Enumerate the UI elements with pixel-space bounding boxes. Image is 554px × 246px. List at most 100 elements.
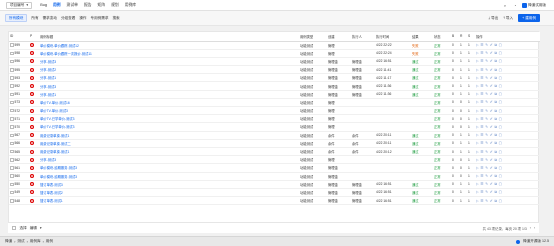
- row-checkbox[interactable]: [10, 133, 14, 138]
- column-header[interactable]: 结果: [411, 32, 433, 42]
- delete-icon[interactable]: ▢: [499, 158, 502, 162]
- table-row[interactable]: 573! 单价TV-单价-测试16 功能测试 管理 正常 0 0 1 ▷ ☰ ✎ ✐ ⧉ ▢: [9, 98, 540, 108]
- nav-item[interactable]: 用例: [50, 0, 64, 11]
- table-row[interactable]: 571! 单价TV-已学单价-测试3 功能测试 管理 正常 0 0 1 ▷ ☰ ✎ ✐ ⧉ ▢: [9, 114, 540, 124]
- batch-edit-button[interactable]: 编辑: [30, 226, 37, 231]
- table-row[interactable]: 550! 搜订单表-测试3 功能测试 管理金 管理金 4/22 16:51 通过 正常 0 1 1 ▷…: [9, 180, 540, 189]
- play-icon[interactable]: ▷: [476, 84, 479, 88]
- copy-icon[interactable]: ⧉: [494, 100, 497, 104]
- table-row[interactable]: 596! 分享-测试3 功能测试 管理金 管理金 4/22 16:51 通过 正常 0 1 1 ▷ ☰ ✎…: [9, 57, 540, 67]
- nav-item[interactable]: 报告: [81, 0, 95, 11]
- bug-icon[interactable]: ✎: [485, 84, 488, 88]
- breadcrumb-item[interactable]: 测试: [17, 239, 24, 244]
- edit-icon[interactable]: ✐: [490, 133, 493, 137]
- table-row[interactable]: 560! 单价模块-逾期服务-测试3 功能测试 管理金 正常 0 0 1 ▷ ☰ ✎ ✐ ⧉ ▢: [9, 172, 540, 181]
- table-row[interactable]: 595! 分享-测试2 功能测试 管理金 管理金 4/22 11:41 通过 正常 0 1 1 ▷ ☰ ✎…: [9, 65, 540, 75]
- delete-icon[interactable]: ▢: [499, 125, 502, 129]
- copy-icon[interactable]: ⧉: [494, 199, 497, 203]
- copy-icon[interactable]: ⧉: [494, 76, 497, 80]
- delete-icon[interactable]: ▢: [499, 59, 502, 63]
- bug-icon[interactable]: ✎: [485, 59, 488, 63]
- delete-icon[interactable]: ▢: [499, 182, 502, 186]
- result-icon[interactable]: ☰: [480, 158, 483, 162]
- edit-icon[interactable]: ✐: [490, 199, 493, 203]
- result-icon[interactable]: ☰: [480, 199, 483, 203]
- play-icon[interactable]: ▷: [476, 92, 479, 96]
- row-checkbox[interactable]: [10, 182, 14, 187]
- delete-icon[interactable]: ▢: [499, 51, 502, 55]
- delete-icon[interactable]: ▢: [499, 190, 502, 194]
- play-icon[interactable]: ▷: [476, 117, 479, 121]
- copy-icon[interactable]: ⧉: [494, 68, 497, 72]
- delete-icon[interactable]: ▢: [499, 109, 502, 113]
- play-icon[interactable]: ▷: [476, 166, 479, 170]
- play-icon[interactable]: ▷: [476, 125, 479, 129]
- case-title-cell[interactable]: 分享-测试3: [39, 57, 299, 67]
- play-icon[interactable]: ▷: [476, 59, 479, 63]
- copy-icon[interactable]: ⧉: [494, 166, 497, 170]
- table-row[interactable]: 570! 单价TV-已学单价-测试3 功能测试 管理 正常 0 0 1 ▷ ☰ ✎ ✐ ⧉ ▢: [9, 122, 540, 132]
- column-header[interactable]: B: [451, 32, 459, 42]
- play-icon[interactable]: ▷: [476, 51, 479, 55]
- select-label[interactable]: 选择: [20, 226, 27, 231]
- bug-icon[interactable]: ✎: [485, 43, 488, 47]
- bug-icon[interactable]: ✎: [485, 174, 488, 178]
- filter-item[interactable]: 专用例需求: [91, 16, 109, 21]
- case-title-cell[interactable]: 单价模块-逾期服务-测试3: [39, 172, 299, 181]
- column-header[interactable]: 用例类型: [299, 32, 327, 42]
- copy-icon[interactable]: ⧉: [494, 141, 497, 145]
- column-header[interactable]: 执行人: [351, 32, 375, 42]
- table-row[interactable]: 562! 分享-测试3 功能测试 管理 正常 0 0 1 ▷ ☰ ✎ ✐ ⧉ ▢: [9, 155, 540, 165]
- case-title-cell[interactable]: 搜订单表-测试1: [39, 196, 299, 206]
- row-checkbox[interactable]: [10, 149, 14, 154]
- edit-icon[interactable]: ✐: [490, 174, 493, 178]
- filter-item[interactable]: 分组查看: [61, 16, 75, 21]
- edit-icon[interactable]: ✐: [490, 100, 493, 104]
- table-row[interactable]: 598! 单价模块-单价跟踪一次报价-测试11 功能测试 管理 4/22 22:24 失败…: [9, 49, 540, 58]
- table-row[interactable]: 572! 单价TV-单价-测试3 功能测试 管理 正常 0 0 1 ▷ ☰ ✎ ✐ ⧉ ▢: [9, 106, 540, 116]
- delete-icon[interactable]: ▢: [499, 76, 502, 80]
- table-row[interactable]: 565! 用费记录单操-测试1 功能测试 余件 余件 4/22 20:12 通过 正常 0 1 1 ▷…: [9, 147, 540, 157]
- copy-icon[interactable]: ⧉: [494, 84, 497, 88]
- bug-icon[interactable]: ✎: [485, 199, 488, 203]
- edit-icon[interactable]: ✐: [490, 109, 493, 113]
- edit-icon[interactable]: ✐: [490, 190, 493, 194]
- edit-icon[interactable]: ✐: [490, 150, 493, 154]
- export-button[interactable]: ⤓ 导出: [489, 16, 499, 21]
- case-title-cell[interactable]: 分享-测试3: [39, 155, 299, 165]
- column-header[interactable]: R: [459, 32, 467, 42]
- delete-icon[interactable]: ▢: [499, 174, 502, 178]
- import-button[interactable]: ⤒ 导入: [503, 16, 513, 21]
- edit-icon[interactable]: ✐: [490, 68, 493, 72]
- case-title-cell[interactable]: 单价模块-单价跟踪-测试12: [39, 41, 299, 50]
- play-icon[interactable]: ▷: [476, 68, 479, 72]
- row-checkbox[interactable]: [10, 174, 14, 178]
- row-checkbox[interactable]: [10, 199, 14, 203]
- play-icon[interactable]: ▷: [476, 109, 479, 113]
- case-title-cell[interactable]: 搜订单表-测试2: [39, 188, 299, 198]
- result-icon[interactable]: ☰: [480, 59, 483, 63]
- breadcrumb-item[interactable]: 用例: [46, 239, 53, 244]
- project-selector[interactable]: 项目编号 ▾: [6, 1, 33, 9]
- bug-icon[interactable]: ✎: [485, 125, 488, 129]
- case-title-cell[interactable]: 单价TV-已学单价-测试3: [39, 114, 299, 124]
- play-icon[interactable]: ▷: [476, 150, 479, 154]
- copy-icon[interactable]: ⧉: [494, 59, 497, 63]
- play-icon[interactable]: ▷: [476, 141, 479, 145]
- table-row[interactable]: 566! 用费记录单操-测试二 功能测试 余件 余件 4/22 20:11 通过 正常 0 1 1 ▷…: [9, 139, 540, 148]
- result-icon[interactable]: ☰: [480, 150, 483, 154]
- result-icon[interactable]: ☰: [480, 92, 483, 96]
- copy-icon[interactable]: ⧉: [494, 117, 497, 121]
- filter-item[interactable]: 操作: [79, 16, 86, 21]
- result-icon[interactable]: ☰: [480, 117, 483, 121]
- nav-item[interactable]: 矩阵: [95, 0, 109, 11]
- result-icon[interactable]: ☰: [480, 182, 483, 186]
- bug-icon[interactable]: ✎: [485, 190, 488, 194]
- result-icon[interactable]: ☰: [480, 43, 483, 47]
- edit-icon[interactable]: ✐: [490, 158, 493, 162]
- table-row[interactable]: 567! 用费记录单操-测试1 功能测试 余件 余件 4/22 20:11 通过 正常 0 1 1 ▷…: [9, 131, 540, 140]
- breadcrumb-item[interactable]: 禅道: [5, 239, 12, 244]
- play-icon[interactable]: ▷: [476, 174, 479, 178]
- filter-item[interactable]: 搜索: [112, 16, 119, 21]
- case-title-cell[interactable]: 分享-测试2: [39, 65, 299, 75]
